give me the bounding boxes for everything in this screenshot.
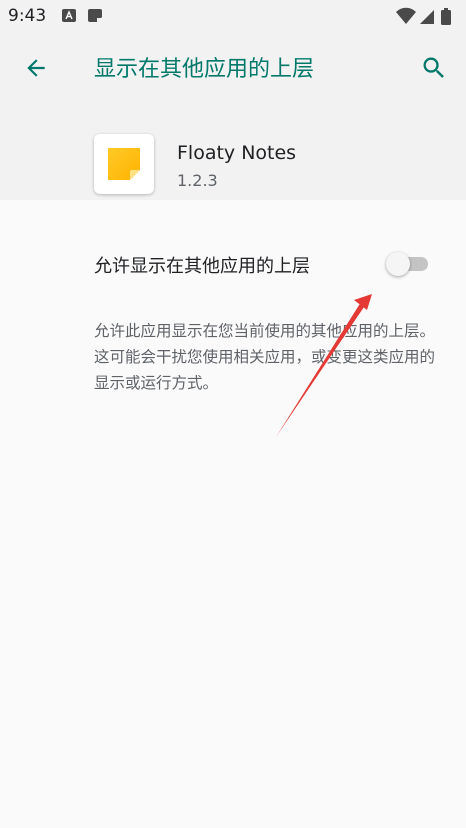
page-title: 显示在其他应用的上层: [94, 57, 315, 82]
battery-icon: [441, 8, 451, 25]
notes-notification-icon: [88, 9, 102, 22]
status-time: 9:43: [8, 6, 47, 26]
overlay-permission-setting[interactable]: 允许显示在其他应用的上层: [0, 228, 466, 300]
search-icon: [423, 57, 444, 78]
switch-thumb: [386, 252, 410, 276]
app-icon: [94, 134, 154, 194]
font-notification-icon: [62, 9, 76, 22]
wifi-icon: [396, 7, 416, 25]
status-bar: 9:43: [0, 0, 466, 32]
overlay-permission-switch[interactable]: [386, 250, 434, 278]
search-button[interactable]: [416, 50, 452, 86]
back-button[interactable]: [18, 50, 54, 86]
setting-description: 允许此应用显示在您当前使用的其他应用的上层。这可能会干扰您使用相关应用，或变更这…: [94, 322, 436, 392]
app-version: 1.2.3: [177, 171, 218, 190]
app-name: Floaty Notes: [177, 142, 297, 164]
arrow-back-icon: [27, 59, 45, 77]
app-bar: 显示在其他应用的上层: [0, 32, 466, 104]
app-header: Floaty Notes 1.2.3: [0, 104, 466, 200]
cellular-icon: [420, 10, 434, 24]
sticky-note-icon: [108, 148, 140, 180]
system-status-icons: [396, 7, 451, 25]
setting-label: 允许显示在其他应用的上层: [94, 256, 310, 277]
